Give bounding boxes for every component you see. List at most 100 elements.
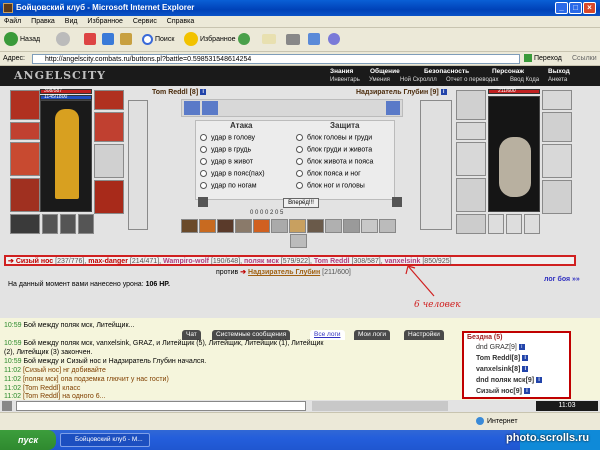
radio-button[interactable]: [296, 170, 303, 177]
radio-button[interactable]: [296, 134, 303, 141]
menu-file[interactable]: Файл: [4, 18, 21, 25]
tab-chat[interactable]: Чат: [182, 330, 201, 340]
effect-icon[interactable]: [217, 219, 234, 233]
fighter-link[interactable]: Сизый нос: [16, 258, 53, 265]
ring-slot-3[interactable]: [78, 214, 94, 234]
tab-my-logs[interactable]: Мои логи: [354, 330, 391, 340]
forward-nav-button[interactable]: [56, 32, 72, 48]
defense-option[interactable]: блок ног и головы: [296, 182, 365, 189]
gloves-slot[interactable]: [94, 112, 124, 142]
fighter-link[interactable]: Wampiro-wolf: [163, 258, 209, 265]
nav-inventory[interactable]: Инвентарь: [330, 77, 360, 83]
enemy-weapon-slot[interactable]: [456, 142, 486, 176]
enemy-helmet-slot[interactable]: [456, 90, 486, 120]
tab-all-logs[interactable]: Все логи: [310, 330, 345, 340]
nav-profile[interactable]: Анкета: [548, 77, 567, 83]
nav-communication[interactable]: Общение: [370, 68, 400, 75]
effect-icon[interactable]: [307, 219, 324, 233]
nav-character[interactable]: Персонаж: [492, 68, 524, 75]
enemy-earring-slot[interactable]: [542, 90, 572, 110]
attack-option[interactable]: удар в живот: [200, 158, 253, 165]
radio-button[interactable]: [296, 182, 303, 189]
user-list-item[interactable]: dnd поляк мск[9] i: [476, 377, 543, 384]
player-name[interactable]: Tom Reddl [8] i: [152, 89, 207, 96]
effect-icon[interactable]: [343, 219, 360, 233]
ring-slot-2[interactable]: [60, 214, 76, 234]
tab-settings[interactable]: Настройки: [404, 330, 444, 340]
effect-icon[interactable]: [361, 219, 378, 233]
effect-icon[interactable]: [379, 219, 396, 233]
effect-icon[interactable]: [199, 219, 216, 233]
spell-slot[interactable]: [386, 101, 400, 115]
attack-option[interactable]: удар в пояс(пах): [200, 170, 265, 177]
user-list-item[interactable]: Tom Reddl[8] i: [476, 355, 529, 362]
home-button[interactable]: [120, 32, 134, 48]
taskbar-item[interactable]: Бойцовский клуб - M...: [60, 433, 150, 447]
shield-slot[interactable]: [94, 144, 124, 178]
effect-icon[interactable]: [235, 219, 252, 233]
messenger-button[interactable]: [328, 32, 342, 48]
fighter-link[interactable]: Tom Reddl: [314, 258, 350, 265]
enemy-belt-slot[interactable]: [456, 214, 486, 234]
radio-button[interactable]: [200, 134, 207, 141]
mail-button[interactable]: [262, 32, 278, 48]
defense-option[interactable]: блок живота и пояса: [296, 158, 373, 165]
go-button[interactable]: Переход: [524, 52, 562, 66]
enemy-boots-slot[interactable]: [542, 180, 572, 214]
info-icon[interactable]: i: [536, 377, 543, 384]
battle-log-link[interactable]: лог боя »»: [544, 276, 580, 283]
weapon-slot[interactable]: [10, 142, 40, 176]
user-list-item[interactable]: dnd GRAZ[9] i: [476, 344, 525, 351]
spell-slot[interactable]: [202, 101, 218, 115]
spell-slot[interactable]: [184, 101, 200, 115]
helmet-slot[interactable]: [10, 90, 40, 120]
nav-transfers[interactable]: Отчет о переводах: [446, 77, 499, 83]
menu-edit[interactable]: Правка: [31, 18, 55, 25]
effect-icon[interactable]: [325, 219, 342, 233]
enemy-link[interactable]: Надзиратель Глубин: [248, 269, 320, 276]
info-icon[interactable]: i: [518, 344, 525, 351]
enemy-ring-slot-3[interactable]: [524, 214, 540, 234]
chat-input[interactable]: [16, 401, 306, 411]
chat-menu-icon[interactable]: [2, 401, 12, 411]
nav-security[interactable]: Безопасность: [424, 68, 469, 75]
boots-slot[interactable]: [94, 180, 124, 214]
menu-view[interactable]: Вид: [65, 18, 78, 25]
effect-icon[interactable]: [290, 234, 307, 248]
stop-button[interactable]: [84, 32, 98, 48]
minimize-button[interactable]: _: [555, 2, 568, 14]
nav-code[interactable]: Ввод Кода: [510, 77, 539, 83]
enemy-amulet-slot[interactable]: [456, 122, 486, 140]
ring-slot-1[interactable]: [42, 214, 58, 234]
menu-tools[interactable]: Сервис: [133, 18, 157, 25]
attack-option[interactable]: удар в грудь: [200, 146, 251, 153]
enemy-name[interactable]: Надзиратель Глубин [9] i: [356, 89, 447, 96]
fighter-link[interactable]: max-danger: [88, 258, 128, 265]
effect-icon[interactable]: [253, 219, 270, 233]
nav-skills[interactable]: Умения: [369, 77, 390, 83]
radio-button[interactable]: [200, 146, 207, 153]
start-button[interactable]: пуск: [0, 430, 56, 450]
media-button[interactable]: [238, 32, 252, 48]
earring-slot[interactable]: [94, 90, 124, 110]
radio-button[interactable]: [200, 182, 207, 189]
info-icon[interactable]: i: [522, 366, 529, 373]
menu-help[interactable]: Справка: [167, 18, 194, 25]
close-button[interactable]: ×: [583, 2, 596, 14]
nav-exit[interactable]: Выход: [548, 68, 570, 75]
edit-button[interactable]: [308, 32, 322, 48]
enemy-armor-slot[interactable]: [456, 178, 486, 212]
tab-system[interactable]: Системные сообщения: [212, 330, 291, 340]
address-input[interactable]: http://angelscity.combats.ru/buttons.pl?…: [32, 54, 520, 64]
right-nav-icon[interactable]: [392, 197, 402, 207]
enemy-ring-slot-1[interactable]: [488, 214, 504, 234]
print-button[interactable]: [286, 32, 302, 48]
defense-option[interactable]: блок груди и живота: [296, 146, 372, 153]
enemy-shield-slot[interactable]: [542, 144, 572, 178]
radio-button[interactable]: [200, 158, 207, 165]
links-label[interactable]: Ссылки: [572, 52, 597, 66]
effect-icon[interactable]: [271, 219, 288, 233]
nav-knowledge[interactable]: Знания: [330, 68, 353, 75]
radio-button[interactable]: [296, 146, 303, 153]
enemy-ring-slot-2[interactable]: [506, 214, 522, 234]
